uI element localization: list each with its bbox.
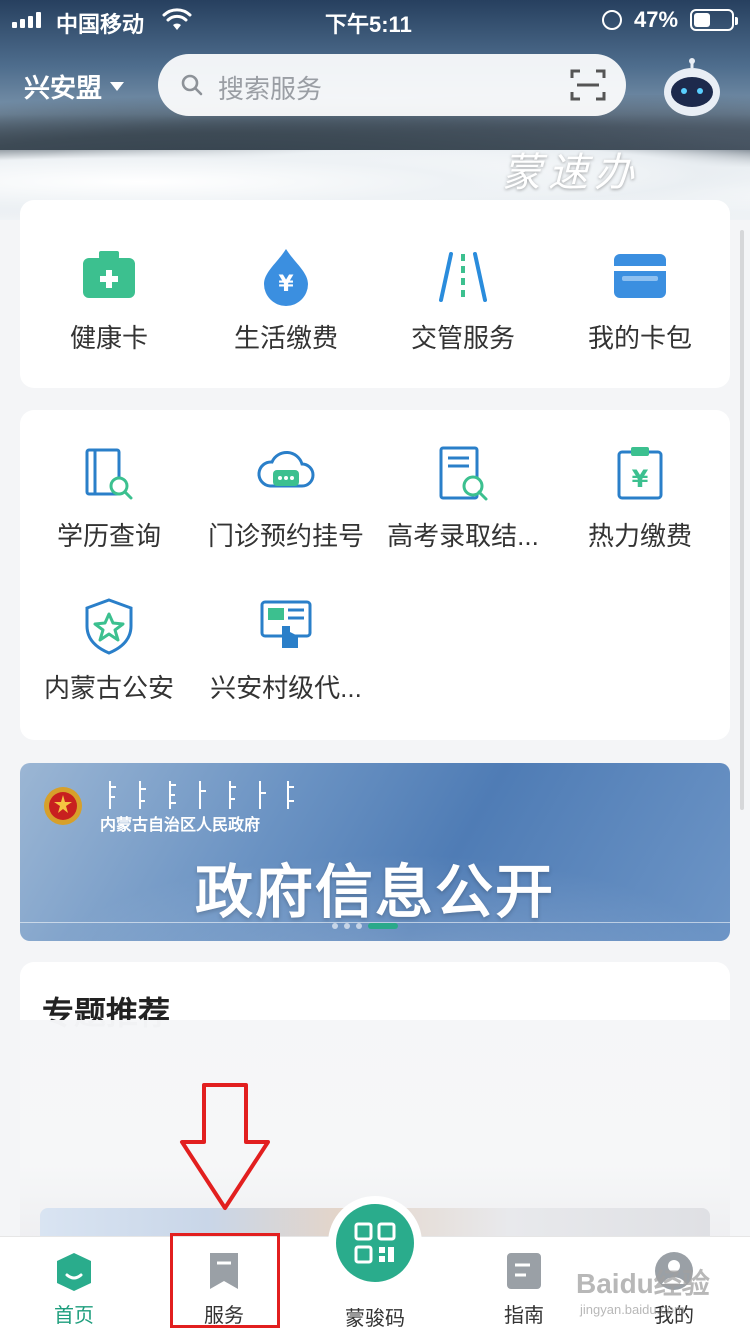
status-bar: 中国移动 下午5:11 47% bbox=[0, 0, 750, 40]
service-label: 学历查询 bbox=[56, 521, 161, 551]
battery-percentage: 47% bbox=[634, 7, 679, 32]
carousel-dot-active bbox=[368, 923, 398, 929]
banner-headline: 政府信息公开 bbox=[194, 860, 555, 925]
scrollbar[interactable] bbox=[740, 230, 744, 810]
qr-code-icon bbox=[354, 1222, 396, 1264]
government-info-banner[interactable]: 内蒙古自治区人民政府 政府信息公开 bbox=[20, 763, 730, 941]
wifi-icon bbox=[162, 8, 192, 30]
city-selector[interactable]: 兴安盟 bbox=[24, 68, 125, 105]
service-label: 健康卡 bbox=[69, 323, 148, 353]
service-label: 我的卡包 bbox=[587, 323, 692, 353]
carrier-name: 中国移动 bbox=[56, 12, 145, 37]
baidu-watermark: Baidu经验 jingyan.baidu.com bbox=[576, 1262, 710, 1317]
heating-bill-icon: ¥ bbox=[617, 447, 663, 500]
payment-drop-icon: ¥ bbox=[264, 249, 308, 306]
service-traffic[interactable]: 交管服务 bbox=[374, 246, 552, 355]
assistant-robot-icon[interactable] bbox=[660, 58, 724, 118]
tab-health-code[interactable] bbox=[328, 1196, 422, 1290]
service-card-wallet[interactable]: 我的卡包 bbox=[551, 246, 729, 355]
village-agent-icon bbox=[260, 600, 312, 648]
service-outpatient-booking[interactable]: 门诊预约挂号 bbox=[197, 444, 375, 553]
road-icon bbox=[439, 252, 487, 302]
police-shield-icon bbox=[85, 598, 133, 655]
quick-services-card: 健康卡 ¥ 生活缴费 交管服务 我的卡包 bbox=[20, 200, 730, 388]
svg-text:¥: ¥ bbox=[278, 272, 294, 297]
government-name: 内蒙古自治区人民政府 bbox=[100, 817, 261, 834]
rotation-lock-icon bbox=[602, 10, 622, 30]
service-label: 门诊预约挂号 bbox=[207, 521, 364, 551]
tab-label: 蒙骏码 bbox=[345, 1308, 405, 1330]
scan-icon[interactable] bbox=[570, 68, 606, 102]
cellular-signal-icon bbox=[12, 12, 41, 28]
carousel-indicator bbox=[332, 923, 398, 929]
tab-label: 首页 bbox=[54, 1305, 94, 1327]
clock: 下午5:11 bbox=[325, 12, 412, 37]
watermark-url: jingyan.baidu.com bbox=[580, 1302, 685, 1317]
service-health-card[interactable]: 健康卡 bbox=[20, 246, 198, 355]
education-search-icon bbox=[85, 448, 133, 500]
health-card-icon bbox=[83, 251, 135, 298]
service-heating-bill[interactable]: ¥ 热力缴费 bbox=[551, 444, 729, 553]
highlight-box-annotation bbox=[170, 1233, 280, 1328]
service-label: 高考录取结... bbox=[387, 521, 539, 551]
svg-text:¥: ¥ bbox=[632, 465, 649, 493]
service-education-query[interactable]: 学历查询 bbox=[20, 444, 198, 553]
red-arrow-annotation bbox=[180, 1083, 270, 1210]
battery-icon bbox=[690, 9, 738, 31]
exam-result-icon bbox=[439, 446, 488, 501]
services-grid-card: 学历查询 门诊预约挂号 高考录取结... ¥ 热力缴费 内蒙古公安 兴安村级代.… bbox=[20, 410, 730, 740]
service-label: 内蒙古公安 bbox=[43, 673, 174, 703]
service-xingan-village-agent[interactable]: 兴安村级代... bbox=[197, 596, 375, 705]
caret-down-icon bbox=[110, 82, 125, 91]
carousel-dot bbox=[356, 923, 362, 929]
watermark-brand: Baidu经验 bbox=[576, 1268, 710, 1299]
search-icon bbox=[181, 74, 203, 96]
home-icon bbox=[57, 1253, 91, 1291]
carousel-dot bbox=[332, 923, 338, 929]
tab-guide[interactable]: 指南 bbox=[469, 1251, 579, 1328]
guide-icon bbox=[507, 1253, 541, 1289]
tab-home[interactable]: 首页 bbox=[19, 1251, 129, 1328]
app-slogan: 蒙速办 bbox=[502, 150, 640, 196]
search-bar[interactable]: 搜索服务 bbox=[158, 54, 626, 116]
service-label: 生活缴费 bbox=[233, 323, 338, 353]
national-emblem-icon bbox=[44, 787, 82, 825]
service-label: 热力缴费 bbox=[587, 521, 692, 551]
carousel-dot bbox=[344, 923, 350, 929]
service-label: 兴安村级代... bbox=[210, 673, 362, 703]
city-name: 兴安盟 bbox=[24, 73, 103, 103]
tab-label: 指南 bbox=[504, 1305, 544, 1327]
chat-cloud-icon bbox=[257, 451, 315, 488]
health-code-button[interactable] bbox=[336, 1204, 414, 1282]
service-inner-mongolia-police[interactable]: 内蒙古公安 bbox=[20, 596, 198, 705]
mongolian-script-decoration bbox=[109, 781, 294, 809]
service-utility-payment[interactable]: ¥ 生活缴费 bbox=[197, 246, 375, 355]
service-label: 交管服务 bbox=[410, 323, 515, 353]
search-placeholder: 搜索服务 bbox=[218, 74, 323, 104]
wallet-icon bbox=[614, 254, 666, 298]
service-exam-result[interactable]: 高考录取结... bbox=[374, 444, 552, 553]
